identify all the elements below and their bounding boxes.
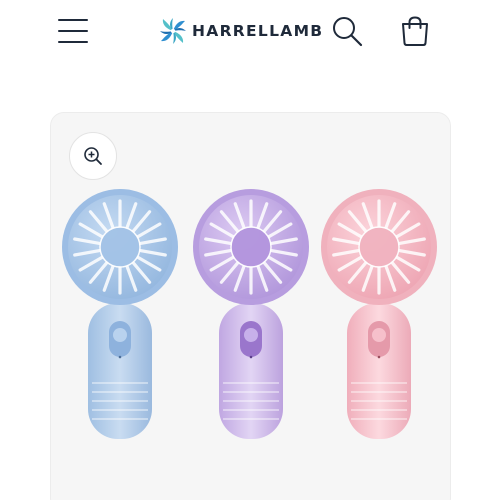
pinwheel-logo-icon xyxy=(160,18,186,44)
cart-button[interactable] xyxy=(397,13,433,49)
menu-line xyxy=(58,30,88,32)
shopping-bag-icon xyxy=(402,16,428,46)
brand-name: HARRELLAMB xyxy=(192,22,324,40)
brand-logo-link[interactable]: HARRELLAMB xyxy=(158,14,323,48)
zoom-button[interactable] xyxy=(69,132,117,180)
fan-purple xyxy=(193,189,309,439)
fan-blue xyxy=(62,189,178,439)
menu-line xyxy=(58,41,88,43)
menu-button[interactable] xyxy=(56,16,90,46)
fan-pink xyxy=(321,189,437,439)
zoom-in-icon xyxy=(84,147,102,165)
menu-line xyxy=(58,19,88,21)
search-button[interactable] xyxy=(330,14,364,48)
search-icon xyxy=(333,17,363,47)
site-header: HARRELLAMB xyxy=(0,0,500,70)
product-image-fans[interactable] xyxy=(50,185,451,455)
